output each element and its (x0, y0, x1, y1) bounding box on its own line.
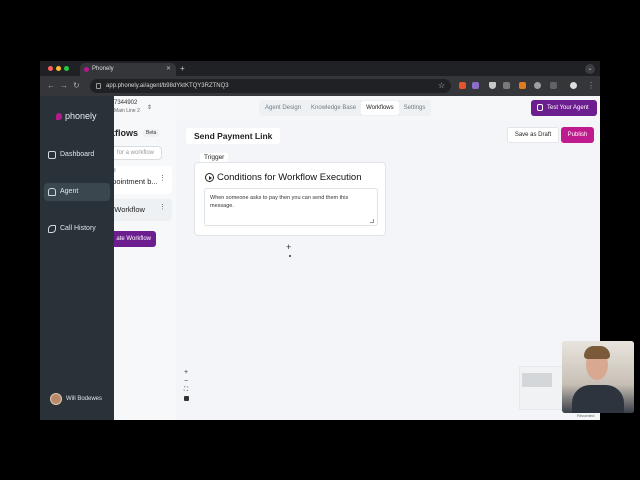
phone-icon (48, 225, 56, 233)
phonely-logo[interactable]: phonely (56, 111, 97, 121)
back-icon[interactable]: ← (47, 80, 55, 92)
more-options-icon[interactable]: ⋮ (159, 203, 166, 211)
bookmark-star-icon[interactable]: ☆ (438, 79, 445, 93)
connector-dot[interactable] (289, 255, 291, 257)
browser-tab-title: Phonely (92, 66, 114, 72)
test-agent-label: Test Your Agent (547, 105, 589, 111)
phonely-logo-icon (56, 112, 62, 120)
workflow-title[interactable]: Send Payment Link (186, 128, 281, 144)
presenter-hair (584, 346, 610, 359)
publish-button[interactable]: Publish (561, 127, 594, 143)
browser-tab[interactable]: Phonely ✕ (80, 63, 176, 76)
phonely-favicon-icon (84, 67, 89, 72)
chevron-updown-icon[interactable]: ⇕ (147, 104, 152, 111)
tab-settings[interactable]: Settings (399, 101, 431, 115)
workflow-name: d Workflow (114, 205, 145, 214)
minimap[interactable] (519, 366, 563, 410)
minimize-window-button[interactable] (56, 66, 61, 71)
extension-icon[interactable] (503, 82, 510, 89)
sidebar-item-agent[interactable]: Agent (44, 183, 110, 201)
resize-handle-icon[interactable] (370, 219, 374, 223)
sidebar-item-dashboard[interactable]: Dashboard (44, 146, 110, 164)
forward-icon[interactable]: → (60, 80, 68, 92)
reload-icon[interactable]: ↻ (73, 80, 80, 92)
presenter-body (572, 385, 624, 413)
minimap-node (522, 373, 552, 387)
condition-textarea[interactable]: When someone asks to pay then you can se… (204, 188, 378, 226)
profile-icon[interactable] (570, 82, 577, 89)
more-options-icon[interactable]: ⋮ (159, 174, 166, 182)
phone-line-name: Main Line 2 (114, 108, 140, 114)
condition-text: When someone asks to pay then you can se… (210, 195, 349, 209)
tab-search-icon[interactable]: ⌄ (585, 64, 595, 74)
agent-icon (48, 188, 56, 196)
tab-knowledge-base[interactable]: Knowledge Base (306, 101, 361, 115)
tab-agent-design[interactable]: Agent Design (260, 101, 306, 115)
sidebar-item-call-history[interactable]: Call History (44, 220, 110, 238)
sidebar-item-label: Dashboard (60, 151, 95, 158)
dashboard-icon (48, 151, 56, 159)
phone-number[interactable]: 7344902 (114, 100, 137, 106)
canvas-controls: + − ⛶ (180, 369, 192, 401)
save-draft-button[interactable]: Save as Draft (507, 127, 559, 143)
webcam-overlay (562, 341, 634, 413)
extension-icon[interactable] (459, 82, 466, 89)
beta-badge: Beta (143, 129, 160, 137)
create-workflow-button[interactable]: ate Workflow (114, 231, 156, 247)
browser-menu-icon[interactable]: ⋮ (587, 80, 595, 92)
address-bar[interactable]: app.phonely.ai/agent/b98dYktKTQY3RZTNQ3 … (90, 79, 451, 93)
trigger-label: Trigger (200, 153, 229, 162)
maximize-window-button[interactable] (64, 66, 69, 71)
create-workflow-label: ate Workflow (116, 236, 151, 242)
condition-title: Conditions for Workflow Execution (217, 172, 362, 183)
agent-tabs: Agent Design Knowledge Base Workflows Se… (259, 100, 432, 116)
workflow-status: ed (114, 168, 116, 174)
lock-icon[interactable] (183, 396, 189, 401)
trigger-node[interactable]: Conditions for Workflow Execution When s… (194, 162, 386, 236)
sidebar-item-label: Call History (60, 225, 96, 232)
puzzle-extensions-icon[interactable] (550, 82, 557, 89)
extension-icon[interactable] (534, 82, 541, 89)
fit-view-icon[interactable]: ⛶ (184, 387, 188, 394)
play-circle-icon (205, 173, 214, 182)
window-controls (48, 66, 69, 71)
logo-text: phonely (65, 111, 97, 121)
workflow-list-item[interactable]: ed ppointment b... ⋮ (114, 166, 172, 194)
tab-workflows[interactable]: Workflows (361, 101, 399, 115)
phone-icon (537, 104, 543, 111)
url-text: app.phonely.ai/agent/b98dYktKTQY3RZTNQ3 (106, 83, 229, 89)
extension-icon[interactable] (519, 82, 526, 89)
user-name: Will Bodewes (66, 396, 103, 402)
shield-extension-icon[interactable] (489, 82, 496, 89)
workflows-heading: kflows (114, 128, 139, 138)
webcam-credit: Recorded (577, 413, 595, 418)
zoom-in-icon[interactable]: + (184, 369, 188, 376)
add-step-icon[interactable]: + (286, 242, 291, 252)
zoom-out-icon[interactable]: − (184, 378, 188, 385)
site-info-icon[interactable] (96, 83, 101, 89)
workflow-list-item-selected[interactable]: d Workflow ⋮ (114, 199, 172, 221)
browser-window: Phonely ✕ + ⌄ ← → ↻ app.phonely.ai/agent… (40, 61, 600, 420)
sidebar-item-label: Agent (60, 188, 79, 195)
app-sidebar: phonely Dashboard Agent Call History Wil… (40, 96, 114, 420)
user-profile[interactable]: Will Bodewes (50, 393, 102, 405)
workflow-name: ppointment b... (114, 177, 158, 186)
test-agent-button[interactable]: Test Your Agent (531, 100, 597, 116)
avatar (50, 393, 62, 405)
workflow-search-input[interactable]: for a workflow (114, 146, 162, 160)
search-placeholder: for a workflow (117, 150, 155, 156)
browser-toolbar: ← → ↻ app.phonely.ai/agent/b98dYktKTQY3R… (40, 76, 600, 96)
new-tab-icon[interactable]: + (180, 63, 185, 74)
close-tab-icon[interactable]: ✕ (166, 63, 171, 76)
tab-strip: Phonely ✕ + ⌄ (40, 61, 600, 76)
workflows-panel: 7344902 Main Line 2 ⇕ kflows Beta for a … (114, 96, 176, 420)
close-window-button[interactable] (48, 66, 53, 71)
extension-icon[interactable] (472, 82, 479, 89)
